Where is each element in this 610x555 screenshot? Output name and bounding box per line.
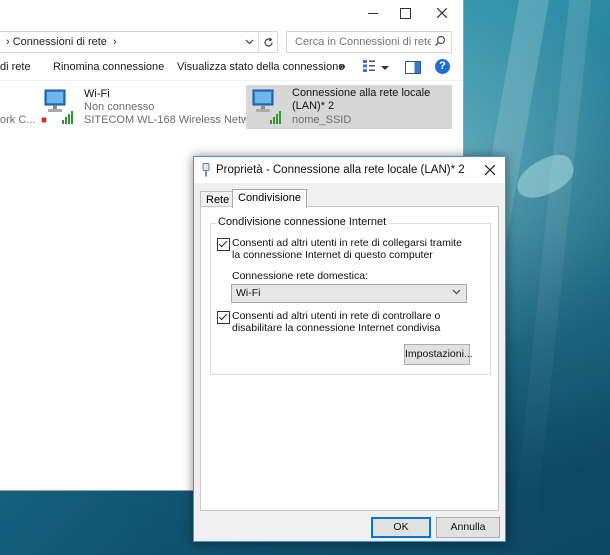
chevron-down-icon (452, 289, 461, 295)
settings-button[interactable]: Impostazioni... (404, 344, 473, 365)
more-commands-button[interactable]: » (339, 59, 346, 73)
allow-connect-label[interactable]: Consenti ad altri utenti in rete di coll… (232, 237, 462, 261)
close-icon (484, 164, 496, 176)
rename-connection-button[interactable]: Rinomina connessione (53, 61, 164, 73)
connection-name: Connessione alla rete locale (LAN)* 2 (292, 87, 431, 112)
help-icon[interactable]: ? (435, 59, 450, 74)
connection-device: nome_SSID (292, 114, 352, 126)
close-icon (437, 8, 447, 18)
properties-dialog: Proprietà - Connessione alla rete locale… (193, 156, 506, 542)
chevron-right-icon: › (106, 36, 117, 48)
search-box[interactable] (286, 31, 452, 53)
command-bar: di rete Rinomina connessione Visualizza … (0, 56, 463, 81)
view-status-button[interactable]: Visualizza stato della connessione (177, 61, 344, 73)
ics-group: Condivisione connessione Internet Consen… (210, 216, 491, 375)
minimize-icon (368, 12, 378, 14)
chevron-down-icon[interactable] (245, 37, 254, 46)
allow-connect-checkbox[interactable] (217, 238, 230, 251)
cancel-button[interactable]: Annulla (436, 517, 500, 538)
view-options-icon[interactable] (362, 59, 376, 73)
signal-bars-icon (270, 111, 281, 124)
group-legend: Condivisione connessione Internet (216, 216, 389, 228)
connection-name: Wi-Fi (84, 88, 110, 100)
disconnected-x-icon (41, 117, 47, 123)
signal-bars-icon (62, 111, 73, 124)
dialog-titlebar: Proprietà - Connessione alla rete locale… (194, 157, 505, 183)
connection-device: SITECOM WL-168 Wireless Netwo... (84, 114, 265, 126)
minimize-button[interactable] (356, 0, 390, 26)
window-close-button[interactable] (425, 0, 459, 26)
toolbar-item-network[interactable]: di rete (0, 61, 31, 73)
home-network-label: Connessione rete domestica: (232, 270, 368, 282)
chevron-right-icon: › (6, 36, 13, 48)
allow-control-checkbox[interactable] (217, 311, 230, 324)
connection-item-lan2[interactable]: Connessione alla rete locale (LAN)* 2 no… (246, 85, 452, 129)
connection-device: ork C... (0, 114, 36, 126)
address-row: › Connessioni di rete › (0, 29, 463, 53)
preview-pane-icon[interactable] (405, 61, 421, 74)
home-network-value: Wi-Fi (236, 287, 261, 299)
connection-status: Non connesso (84, 101, 155, 113)
chevron-down-icon[interactable] (381, 64, 389, 72)
maximize-button[interactable] (388, 0, 422, 26)
refresh-icon (263, 37, 273, 47)
connection-item-wifi[interactable]: Wi-Fi Non connesso SITECOM WL-168 Wirele… (38, 85, 264, 129)
refresh-button[interactable] (259, 31, 278, 53)
search-icon[interactable] (434, 35, 446, 47)
breadcrumb[interactable]: › Connessioni di rete › (0, 36, 117, 48)
network-adapter-icon (41, 89, 73, 124)
ok-button[interactable]: OK (371, 517, 431, 538)
sharing-tab-panel: Condivisione connessione Internet Consen… (200, 206, 499, 511)
connection-item-partial[interactable]: ork C... (0, 85, 40, 129)
network-properties-icon (202, 163, 210, 177)
dialog-title: Proprietà - Connessione alla rete locale… (216, 164, 465, 176)
dialog-close-button[interactable] (481, 160, 499, 179)
tab-sharing[interactable]: Condivisione (232, 189, 307, 208)
maximize-icon (399, 7, 411, 19)
home-network-select[interactable]: Wi-Fi (231, 284, 467, 303)
network-adapter-icon (252, 89, 281, 124)
search-input[interactable] (293, 35, 433, 49)
address-bar[interactable]: › Connessioni di rete › (0, 31, 259, 53)
allow-control-label[interactable]: Consenti ad altri utenti in rete di cont… (232, 310, 462, 334)
breadcrumb-label: Connessioni di rete (12, 36, 107, 48)
window-titlebar (0, 0, 463, 26)
